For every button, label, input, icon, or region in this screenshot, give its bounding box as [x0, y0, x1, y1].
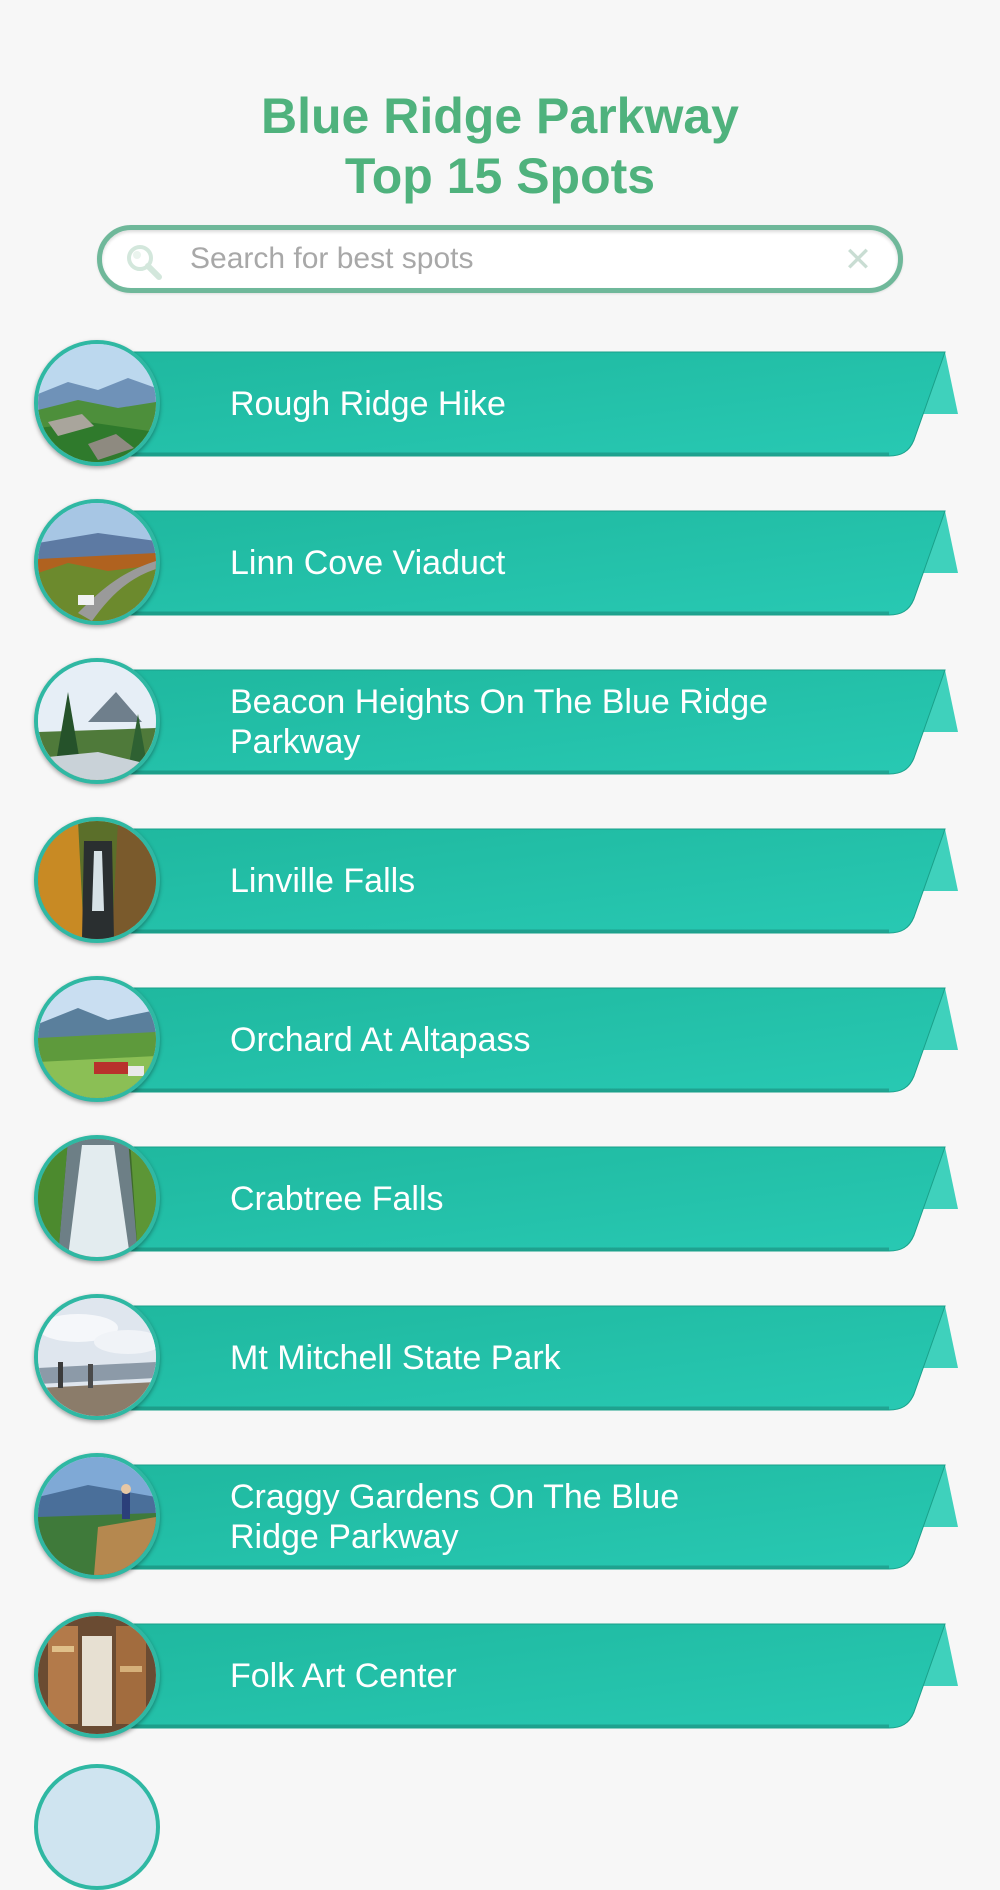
- spot-thumbnail: [34, 976, 160, 1102]
- spot-list-item[interactable]: Crabtree Falls: [34, 1135, 958, 1263]
- spot-name: Rough Ridge Hike: [230, 385, 506, 423]
- spot-list-item[interactable]: Rough Ridge Hike: [34, 340, 958, 468]
- search-bar[interactable]: ✕: [97, 225, 903, 293]
- spot-thumbnail: [34, 1294, 160, 1420]
- spot-list-item[interactable]: Folk Art Center: [34, 1612, 958, 1740]
- spot-thumbnail: [34, 658, 160, 784]
- spot-name: Beacon Heights On The Blue Ridge Parkway: [230, 683, 769, 761]
- spot-list-item[interactable]: Linville Falls: [34, 817, 958, 945]
- clear-search-icon[interactable]: ✕: [842, 242, 874, 278]
- spot-list-item[interactable]: Beacon Heights On The Blue Ridge Parkway: [34, 658, 958, 786]
- spot-list-item[interactable]: Linn Cove Viaduct: [34, 499, 958, 627]
- spot-name: Linville Falls: [230, 862, 416, 900]
- spot-thumbnail: [34, 340, 160, 466]
- spot-name: Linn Cove Viaduct: [230, 544, 506, 582]
- page-title-line-2: Top 15 Spots: [344, 147, 656, 204]
- spot-name: Mt Mitchell State Park: [230, 1339, 561, 1377]
- search-input[interactable]: [190, 236, 810, 282]
- spot-thumbnail: [34, 1135, 160, 1261]
- spot-thumbnail: [34, 817, 160, 943]
- spot-name: Craggy Gardens On The Blue Ridge Parkway: [230, 1478, 680, 1556]
- spot-list-item[interactable]: Mt Mitchell State Park: [34, 1294, 958, 1422]
- spot-thumbnail: [34, 1612, 160, 1738]
- spot-name: Crabtree Falls: [230, 1180, 444, 1218]
- spot-thumbnail: [34, 1453, 160, 1579]
- spot-list-item[interactable]: Orchard At Altapass: [34, 976, 958, 1104]
- page-title-line-1: Blue Ridge Parkway: [261, 87, 739, 144]
- search-icon: [124, 242, 164, 282]
- spot-name: Folk Art Center: [230, 1657, 457, 1695]
- spot-thumbnail-partial: [34, 1764, 160, 1890]
- spot-name: Orchard At Altapass: [230, 1021, 531, 1059]
- spot-thumbnail: [34, 499, 160, 625]
- page-title: Blue Ridge Parkway Top 15 Spots: [0, 86, 1000, 206]
- spot-list-item[interactable]: Craggy Gardens On The Blue Ridge Parkway: [34, 1453, 958, 1581]
